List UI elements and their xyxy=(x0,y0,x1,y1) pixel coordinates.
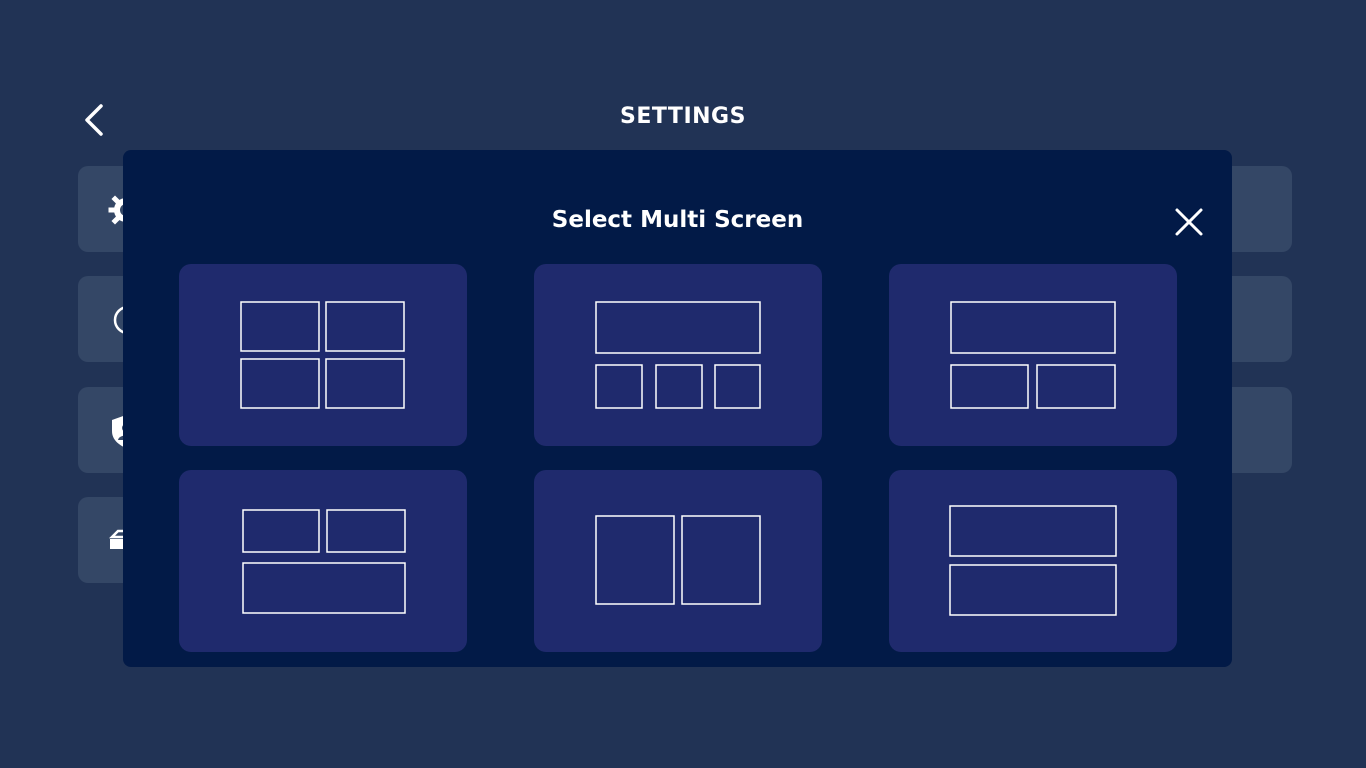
layout-grid-2x2-icon xyxy=(240,301,405,409)
dialog-title: Select Multi Screen xyxy=(551,207,804,233)
layout-option-two-stacked[interactable] xyxy=(889,470,1177,652)
layout-option-one-top-two-bottom[interactable] xyxy=(889,264,1177,446)
layout-one-top-two-bottom-icon xyxy=(950,301,1116,409)
layout-two-stacked-icon xyxy=(949,505,1117,616)
layout-one-top-three-bottom-icon xyxy=(595,301,761,409)
layout-option-two-side-by-side[interactable] xyxy=(534,470,822,652)
page-title: SETTINGS xyxy=(620,104,746,129)
layout-option-two-top-one-bottom[interactable] xyxy=(179,470,467,652)
layout-two-side-by-side-icon xyxy=(595,515,761,605)
multi-screen-dialog: Select Multi Screen xyxy=(123,150,1232,667)
layout-two-top-one-bottom-icon xyxy=(242,509,406,614)
close-icon[interactable] xyxy=(1173,206,1205,238)
layout-option-grid-2x2[interactable] xyxy=(179,264,467,446)
layout-option-one-top-three-bottom[interactable] xyxy=(534,264,822,446)
